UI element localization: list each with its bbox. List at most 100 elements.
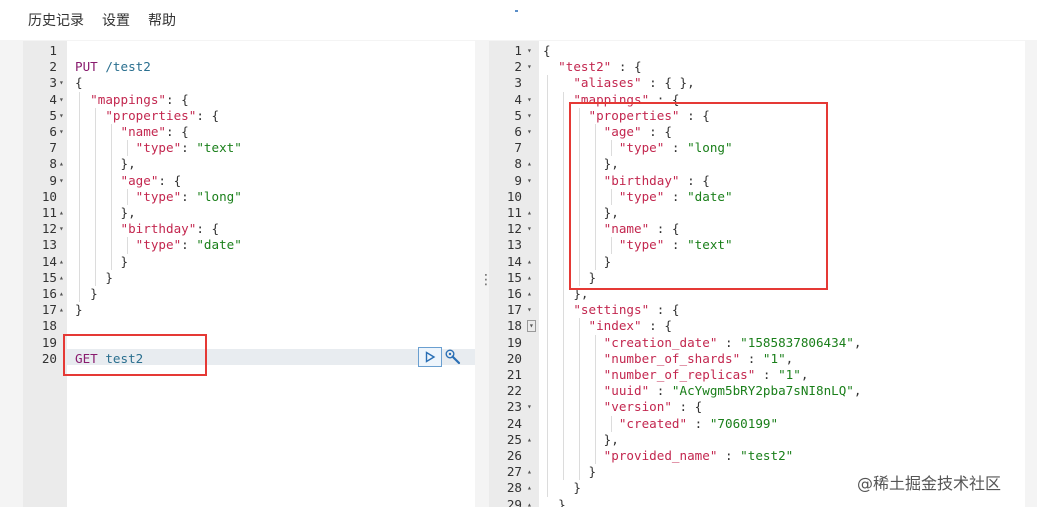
code-line: "uuid" : "AcYwgm5bRY2pba7sNI8nLQ", [543, 383, 862, 399]
menu-settings[interactable]: 设置 [102, 10, 130, 30]
fold-collapse-icon[interactable]: ▴ [59, 156, 64, 172]
line-number: 14 [41, 253, 57, 269]
code-token: : [649, 383, 672, 399]
highlight-properties [569, 102, 828, 290]
fold-expand-icon[interactable]: ▾ [527, 221, 532, 237]
code-token: , [853, 334, 862, 350]
menu-bar: 历史记录 设置 帮助 [0, 0, 1037, 40]
fold-expand-icon[interactable]: ▾ [527, 43, 532, 59]
code-line: } [75, 270, 113, 286]
wrench-settings-icon[interactable] [444, 348, 462, 370]
code-token: "birthday" [120, 221, 197, 237]
code-token: , [785, 350, 794, 366]
code-token: PUT [75, 59, 98, 75]
indent-guide [595, 334, 596, 465]
code-token: : [687, 415, 710, 431]
indent-guide [111, 124, 112, 270]
line-number: 4 [49, 91, 57, 107]
line-number: 20 [41, 350, 57, 366]
line-number: 3 [514, 75, 522, 91]
line-number: 17 [41, 302, 57, 318]
code-token: "version" [603, 399, 672, 415]
fold-collapse-icon[interactable]: ▴ [527, 270, 532, 286]
line-number: 29 [506, 496, 522, 507]
fold-collapse-icon[interactable]: ▴ [59, 254, 64, 270]
fold-collapse-icon[interactable]: ▴ [59, 205, 64, 221]
code-token: { [75, 75, 83, 91]
line-number: 10 [506, 188, 522, 204]
line-number: 22 [506, 383, 522, 399]
code-token: } [75, 253, 129, 269]
fold-expand-icon[interactable]: ▾ [59, 92, 64, 108]
line-number: 7 [49, 140, 57, 156]
fold-expand-icon[interactable]: ▾ [527, 59, 532, 75]
indent-guide [95, 107, 96, 286]
fold-expand-icon[interactable]: ▾ [527, 399, 532, 415]
code-line: "type": "date" [75, 237, 242, 253]
code-line: } [543, 497, 566, 507]
code-token: }, [75, 205, 136, 220]
line-number: 13 [506, 237, 522, 253]
line-number: 5 [49, 107, 57, 123]
fold-expand-icon[interactable]: ▾ [527, 173, 532, 189]
fold-expand-icon[interactable]: ▾ [59, 75, 64, 91]
line-number: 19 [506, 334, 522, 350]
fold-collapse-icon[interactable]: ▴ [527, 254, 532, 270]
code-token: "name" [120, 124, 167, 139]
fold-expand-icon[interactable]: ▾ [527, 302, 532, 318]
fold-collapse-icon[interactable]: ▴ [59, 302, 64, 318]
fold-collapse-icon[interactable]: ▴ [527, 286, 532, 302]
fold-expand-icon[interactable]: ▾ [527, 92, 532, 108]
fold-expand-icon[interactable]: ▾ [527, 124, 532, 140]
code-line: "mappings": { [75, 92, 189, 108]
fold-collapse-icon[interactable]: ▴ [527, 156, 532, 172]
code-line: { [543, 43, 551, 59]
code-token: : { [649, 302, 680, 318]
line-number: 8 [49, 156, 57, 172]
code-token: "provided_name" [603, 448, 718, 463]
fold-collapse-icon[interactable]: ▴ [527, 432, 532, 448]
code-token: "1" [778, 367, 801, 382]
line-number: 19 [41, 334, 57, 350]
code-line: "test2" : { [543, 59, 641, 75]
menu-help[interactable]: 帮助 [148, 10, 176, 30]
fold-collapse-icon[interactable]: ▴ [59, 286, 64, 302]
fold-collapse-icon[interactable]: ▴ [527, 480, 532, 496]
line-number: 6 [514, 124, 522, 139]
code-line: "version" : { [543, 399, 703, 415]
line-number: 4 [514, 91, 522, 107]
code-token: } [543, 496, 566, 507]
fold-expand-icon[interactable]: ▾ [527, 108, 532, 124]
code-line: "age": { [75, 173, 182, 189]
fold-expand-icon[interactable]: ▾ [59, 124, 64, 140]
line-number: 10 [41, 188, 57, 204]
request-editor[interactable]: 1 2 PUT /test2 3 ▾{4 ▾ "mappings": {5 ▾ "prope… [23, 41, 475, 507]
fold-expand-icon[interactable]: ▾ [59, 108, 64, 124]
fold-expand-icon[interactable]: ▾ [527, 320, 536, 333]
fold-collapse-icon[interactable]: ▴ [527, 205, 532, 221]
code-line: } [75, 302, 83, 318]
fold-expand-icon[interactable]: ▾ [59, 221, 64, 237]
code-line: "type": "text" [75, 140, 242, 156]
code-token: "type" [135, 237, 182, 253]
code-token: "1" [762, 350, 786, 366]
fold-collapse-icon[interactable]: ▴ [59, 270, 64, 286]
highlight-get-request [63, 334, 207, 376]
fold-expand-icon[interactable]: ▾ [59, 173, 64, 189]
code-token: "uuid" [603, 383, 650, 399]
code-token: "type" [135, 140, 182, 156]
code-token: "aliases" [573, 75, 642, 91]
run-request-button[interactable] [418, 347, 442, 367]
line-number: 5 [514, 107, 522, 123]
code-token: } [75, 302, 83, 318]
fold-collapse-icon[interactable]: ▴ [527, 497, 532, 507]
line-number: 3 [49, 75, 57, 91]
code-line: "number_of_replicas" : "1", [543, 367, 809, 383]
menu-history[interactable]: 历史记录 [28, 10, 84, 30]
line-number: 16 [41, 286, 57, 301]
code-token: , [853, 383, 862, 399]
code-token: "1585837806434" [740, 334, 854, 350]
code-token: "long" [196, 188, 242, 204]
fold-collapse-icon[interactable]: ▴ [527, 464, 532, 480]
indent-guide [127, 140, 128, 157]
